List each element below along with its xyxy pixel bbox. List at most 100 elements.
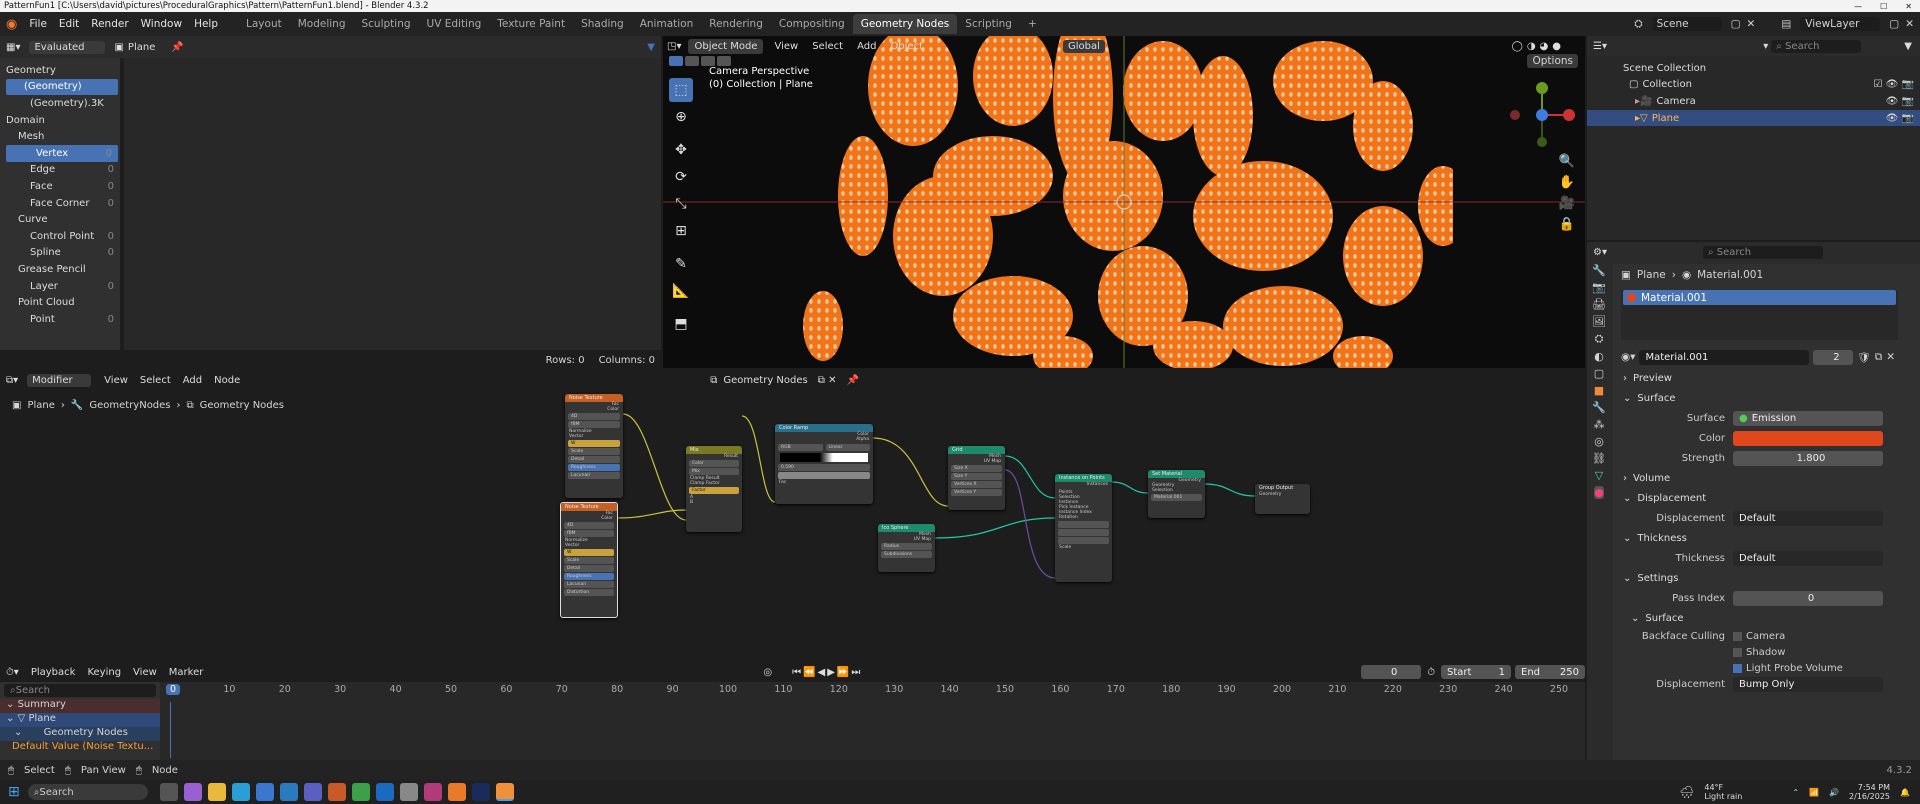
menu-edit[interactable]: Edit	[53, 18, 85, 30]
menu-keying[interactable]: Keying	[87, 667, 121, 678]
outliner-plane[interactable]: ▸▽ Plane 👁 📷	[1587, 109, 1920, 127]
w-field[interactable]: W	[568, 440, 620, 447]
viewport-menu-add[interactable]: Add	[857, 41, 876, 52]
notepad-icon[interactable]	[399, 783, 418, 801]
type-field[interactable]: fBM	[568, 421, 620, 428]
app-icon[interactable]	[327, 783, 346, 801]
remove-view-layer-icon[interactable]: ✕	[1905, 18, 1914, 30]
menu-help[interactable]: Help	[188, 18, 224, 30]
edge-icon[interactable]	[231, 783, 250, 801]
outlook-icon[interactable]	[375, 783, 394, 801]
select-subtract-icon[interactable]	[701, 56, 715, 66]
tab-layout[interactable]: Layout	[238, 14, 290, 34]
tab-scripting[interactable]: Scripting	[957, 14, 1020, 34]
node-editor[interactable]: ⧉▾ Modifier View Select Add Node ⧉ Geome…	[0, 370, 1585, 660]
vscode-icon[interactable]	[279, 783, 298, 801]
tab-shading[interactable]: Shading	[573, 14, 632, 34]
current-frame-field[interactable]: 0	[1361, 665, 1422, 679]
section-preview[interactable]: › Preview	[1613, 368, 1920, 388]
spreadsheet-tree-item[interactable]: Curve	[0, 211, 120, 228]
distortion-field[interactable]: Distortion	[564, 589, 614, 596]
lock-icon[interactable]: 🔒	[1559, 217, 1575, 232]
editor-type-icon[interactable]: ◳▾	[663, 41, 685, 52]
spreadsheet-tree-item[interactable]: Domain	[0, 112, 120, 129]
rotation-x-field[interactable]	[1058, 521, 1109, 528]
particles-tab-icon[interactable]: ⁂	[1594, 418, 1605, 431]
tab-modeling[interactable]: Modeling	[290, 14, 354, 34]
tab-sculpting[interactable]: Sculpting	[353, 14, 418, 34]
spreadsheet-tree-item[interactable]: Mesh	[0, 128, 120, 145]
spreadsheet-tree-item[interactable]: Point 0	[0, 311, 120, 328]
channel-default-value[interactable]: Default Value (Noise Textu...	[0, 741, 160, 755]
material-name-field[interactable]: Material.001	[1639, 349, 1810, 365]
taskbar-search[interactable]: ⌕ Search	[27, 784, 148, 800]
task-view-icon[interactable]	[159, 783, 178, 801]
material-slot[interactable]: Material.001	[1623, 290, 1896, 305]
dims-field[interactable]: 4D	[568, 413, 620, 420]
vertices-y-field[interactable]: Vertices Y	[951, 489, 1002, 496]
rotate-tool-icon[interactable]: ⟳	[669, 165, 693, 189]
material-field[interactable]: Material.001	[1151, 494, 1202, 501]
editor-type-icon[interactable]: ▦▾	[0, 42, 26, 53]
section-surface-settings[interactable]: ⌄ Surface	[1613, 608, 1920, 628]
displacement-field[interactable]: Default	[1733, 510, 1883, 526]
properties-search[interactable]: ⌕ Search	[1702, 245, 1823, 259]
annotate-tool-icon[interactable]: ✎	[669, 252, 693, 276]
node-instance-on-points[interactable]: Instance on Points Instances Points Sele…	[1055, 474, 1112, 582]
file-explorer-icon[interactable]	[207, 783, 226, 801]
teams-icon[interactable]	[303, 783, 322, 801]
material-browse-icon[interactable]: ◉▾	[1621, 351, 1635, 363]
menu-marker[interactable]: Marker	[169, 667, 204, 678]
editor-type-icon[interactable]: ⚙▾	[1587, 247, 1613, 258]
rotation-y-field[interactable]	[1058, 529, 1109, 536]
tab-geometry-nodes[interactable]: Geometry Nodes	[852, 14, 958, 34]
dims-field[interactable]: 4D	[564, 522, 614, 529]
evaluation-mode-dropdown[interactable]: Evaluated	[29, 40, 106, 54]
cursor-tool-icon[interactable]: ⊕	[669, 105, 693, 129]
viewport-menu-select[interactable]: Select	[812, 41, 843, 52]
object-tab-icon[interactable]: ■	[1594, 384, 1604, 397]
spreadsheet-tree-item[interactable]: (Geometry).3K	[0, 95, 120, 112]
node-color-ramp[interactable]: Color Ramp Color Alpha RGB Linear 0.590 F…	[775, 424, 873, 504]
thickness-field[interactable]: Default	[1733, 550, 1883, 566]
render-tab-icon[interactable]: 📷	[1592, 281, 1606, 294]
options-button[interactable]: Options	[1527, 54, 1578, 68]
photoshop-icon[interactable]	[471, 783, 490, 801]
outliner-camera[interactable]: ▸🎥 Camera 👁 📷	[1587, 93, 1920, 110]
unlink-material-icon[interactable]: ✕	[1886, 351, 1895, 363]
new-scene-icon[interactable]: ▢	[1731, 18, 1741, 30]
chrome-icon[interactable]	[351, 783, 370, 801]
shadow-checkbox[interactable]	[1733, 647, 1742, 657]
timeline-ruler[interactable]: 0 10 20 30 40 50 60 70 80 90 100 110 120 130 140 150 16…	[160, 682, 1585, 760]
notifications-icon[interactable]: 🔔	[1900, 788, 1910, 797]
rotation-z-field[interactable]	[1058, 537, 1109, 544]
tab-uv-editing[interactable]: UV Editing	[419, 14, 490, 34]
data-tab-icon[interactable]: ▽	[1595, 469, 1603, 482]
spreadsheet-tree-item[interactable]: Control Point 0	[0, 228, 120, 245]
world-tab-icon[interactable]: ◐	[1594, 350, 1604, 363]
minimize-icon[interactable]: —	[1854, 2, 1862, 11]
modifier-tab-icon[interactable]: 🔧	[1592, 401, 1606, 414]
start-frame-field[interactable]: Start 1	[1441, 665, 1511, 679]
pin-icon[interactable]: 📌	[171, 42, 183, 53]
snipping-icon[interactable]	[423, 783, 442, 801]
channel-geometry-nodes[interactable]: ⌄ Geometry Nodes	[0, 727, 160, 741]
node-noise-texture[interactable]: Noise Texture Fac Color 4D fBM Normalize…	[565, 394, 623, 498]
tab-compositing[interactable]: Compositing	[771, 14, 853, 34]
vertices-x-field[interactable]: Vertices X	[951, 481, 1002, 488]
ramp-gradient[interactable]	[780, 453, 868, 462]
menu-view[interactable]: View	[133, 667, 157, 678]
spreadsheet-tree-item[interactable]: Vertex 0	[6, 144, 118, 162]
strength-field[interactable]: 1.800	[1733, 450, 1883, 466]
node-noise-texture[interactable]: Noise Texture Fac Color 4D fBM Normalize…	[560, 502, 618, 618]
menu-window[interactable]: Window	[135, 18, 188, 30]
spreadsheet-tree-item[interactable]: (Geometry)	[6, 78, 118, 96]
data-type-field[interactable]: Color	[689, 460, 739, 467]
store-icon[interactable]	[255, 783, 274, 801]
spreadsheet-tree-item[interactable]: Grease Pencil	[0, 261, 120, 278]
scene-tab-icon[interactable]: ⛭	[1595, 332, 1604, 346]
close-icon[interactable]: ✕	[1905, 2, 1912, 11]
ramp-color-field[interactable]	[778, 472, 870, 479]
node-group-output[interactable]: Group Output Geometry	[1255, 484, 1310, 514]
remove-scene-icon[interactable]: ✕	[1747, 18, 1756, 30]
